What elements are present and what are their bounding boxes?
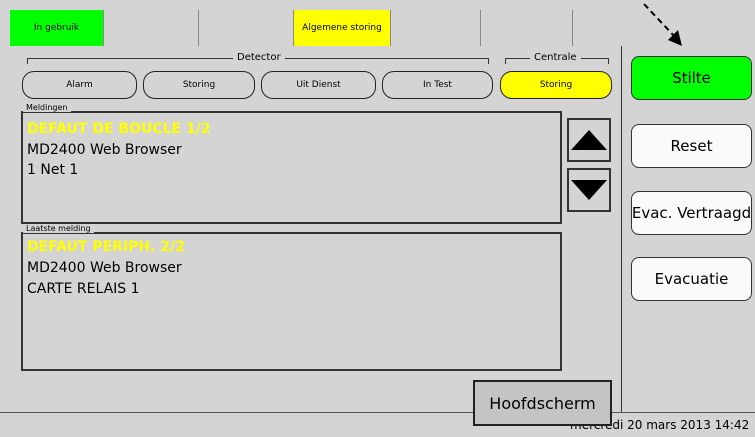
scroll-down-button[interactable] xyxy=(567,168,611,212)
filter-centrale-storing-button[interactable]: Storing xyxy=(500,71,612,99)
detector-group-tick-left xyxy=(27,58,28,64)
evac-vertraagd-button[interactable]: Evac. Vertraagd xyxy=(631,191,752,235)
triangle-down-icon xyxy=(571,180,607,200)
hoofdscherm-button[interactable]: Hoofdscherm xyxy=(473,380,612,426)
status-in-gebruik: In gebruik xyxy=(10,10,104,46)
stilte-button[interactable]: Stilte xyxy=(631,56,752,100)
right-column-divider xyxy=(621,46,622,412)
evacuatie-button[interactable]: Evacuatie xyxy=(631,257,752,301)
detector-group-tick-right xyxy=(488,58,489,64)
laatste-melding-legend: Laatste melding xyxy=(23,224,94,233)
fire-panel-screen: In gebruik Algemene storing mercredi 20 … xyxy=(0,0,755,437)
meldingen-line-1: DEFAUT DE BOUCLE 1/2 xyxy=(27,121,211,137)
scroll-up-button[interactable] xyxy=(567,118,611,162)
triangle-up-icon xyxy=(571,130,607,150)
laatste-line-3: CARTE RELAIS 1 xyxy=(27,281,140,297)
filter-in-test-button[interactable]: In Test xyxy=(382,71,493,99)
laatste-line-1: DEFAUT PERIPH. 2/2 xyxy=(27,239,185,255)
meldingen-legend: Meldingen xyxy=(23,103,71,112)
status-cell-5 xyxy=(391,10,481,46)
filter-storing-button[interactable]: Storing xyxy=(143,71,255,99)
status-algemene-storing: Algemene storing xyxy=(294,10,391,46)
meldingen-line-2: MD2400 Web Browser xyxy=(27,142,182,158)
status-cell-2 xyxy=(104,10,199,46)
status-cell-3 xyxy=(199,10,294,46)
meldingen-line-3: 1 Net 1 xyxy=(27,162,79,178)
reset-button[interactable]: Reset xyxy=(631,124,752,168)
centrale-group-tick-right xyxy=(608,58,609,64)
status-cell-6 xyxy=(481,10,573,46)
centrale-group-tick-left xyxy=(505,58,506,64)
centrale-group-label: Centrale xyxy=(530,52,581,63)
laatste-line-2: MD2400 Web Browser xyxy=(27,260,182,276)
footer-divider xyxy=(0,412,755,413)
filter-alarm-button[interactable]: Alarm xyxy=(22,71,137,99)
filter-uit-dienst-button[interactable]: Uit Dienst xyxy=(261,71,376,99)
detector-group-label: Detector xyxy=(233,52,285,63)
dashed-arrow-icon xyxy=(643,3,682,46)
